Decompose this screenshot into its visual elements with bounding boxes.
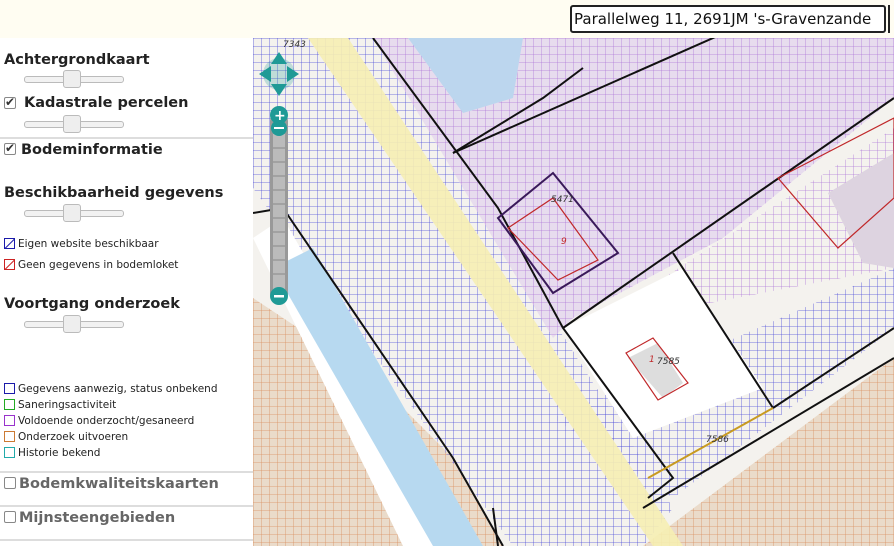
bodeminformatie-checkbox[interactable] xyxy=(4,141,16,155)
blue-swatch xyxy=(4,383,15,394)
legend-label: Geen gegevens in bodemloket xyxy=(18,259,179,271)
beschikbaarheid-opacity-slider[interactable] xyxy=(24,204,124,222)
legend-label: Onderzoek uitvoeren xyxy=(18,431,129,443)
layer-sidebar: Achtergrondkaart Kadastrale percelen Bod… xyxy=(0,38,253,546)
divider xyxy=(0,137,253,139)
map-viewport[interactable]: 7343 5471 9 1 7585 7586 + xyxy=(253,38,894,546)
blue-hatch-swatch xyxy=(4,238,15,249)
legend-geen-gegevens: Geen gegevens in bodemloket xyxy=(4,259,178,271)
knob-dash xyxy=(274,127,284,129)
mijnsteen-label: Mijnsteengebieden xyxy=(19,510,176,526)
address-search-input[interactable] xyxy=(570,5,886,33)
voortgang-opacity-slider[interactable] xyxy=(24,315,124,333)
teal-swatch xyxy=(4,447,15,458)
legend-label: Gegevens aanwezig, status onbekend xyxy=(18,383,218,395)
zoom-scale xyxy=(273,134,285,292)
purple-swatch xyxy=(4,415,15,426)
parcel-label-7343: 7343 xyxy=(283,40,306,50)
parcel-label-9: 9 xyxy=(561,237,567,247)
legend-voldoende: Voldoende onderzocht/gesaneerd xyxy=(4,415,194,427)
legend-onderzoek-uitvoeren: Onderzoek uitvoeren xyxy=(4,431,128,443)
divider xyxy=(0,505,253,507)
slider-knob[interactable] xyxy=(63,115,81,133)
legend-status-onbekend: Gegevens aanwezig, status onbekend xyxy=(4,383,218,395)
legend-saneringsactiviteit: Saneringsactiviteit xyxy=(4,399,116,411)
zoom-control[interactable]: + xyxy=(270,106,288,305)
legend-historie: Historie bekend xyxy=(4,447,100,459)
divider xyxy=(0,539,253,541)
beschikbaarheid-heading: Beschikbaarheid gegevens xyxy=(4,185,224,201)
slider-knob[interactable] xyxy=(63,315,81,333)
kadastrale-label: Kadastrale percelen xyxy=(24,95,189,111)
achtergrondkaart-opacity-slider[interactable] xyxy=(24,70,124,88)
red-hatch-swatch xyxy=(4,259,15,270)
voortgang-heading: Voortgang onderzoek xyxy=(4,296,180,312)
kadastrale-opacity-slider[interactable] xyxy=(24,115,124,133)
bodeminformatie-label: Bodeminformatie xyxy=(21,142,163,158)
parcel-label-5471: 5471 xyxy=(551,195,574,205)
legend-label: Voldoende onderzocht/gesaneerd xyxy=(18,415,195,427)
slider-knob[interactable] xyxy=(63,70,81,88)
legend-label: Eigen website beschikbaar xyxy=(18,238,159,250)
orange-swatch xyxy=(4,431,15,442)
slider-knob[interactable] xyxy=(63,204,81,222)
divider xyxy=(0,471,253,473)
top-bar xyxy=(0,0,894,38)
legend-label: Historie bekend xyxy=(18,447,101,459)
legend-eigen-website: Eigen website beschikbaar xyxy=(4,238,159,250)
parcel-label-7586: 7586 xyxy=(706,435,729,445)
zoom-out-minus xyxy=(274,295,284,298)
parcel-label-1: 1 xyxy=(649,355,655,365)
search-button-edge[interactable] xyxy=(888,5,894,33)
bodemkwaliteit-label: Bodemkwaliteitskaarten xyxy=(19,476,219,492)
achtergrondkaart-heading: Achtergrondkaart xyxy=(4,52,150,68)
bodemkwaliteit-checkbox[interactable] xyxy=(4,477,16,489)
legend-label: Saneringsactiviteit xyxy=(18,399,117,411)
kadastrale-checkbox[interactable] xyxy=(4,95,16,109)
mijnsteen-checkbox[interactable] xyxy=(4,511,16,523)
green-swatch xyxy=(4,399,15,410)
parcel-label-7585: 7585 xyxy=(657,357,680,367)
map-canvas[interactable]: 7343 5471 9 1 7585 7586 + xyxy=(253,38,894,546)
